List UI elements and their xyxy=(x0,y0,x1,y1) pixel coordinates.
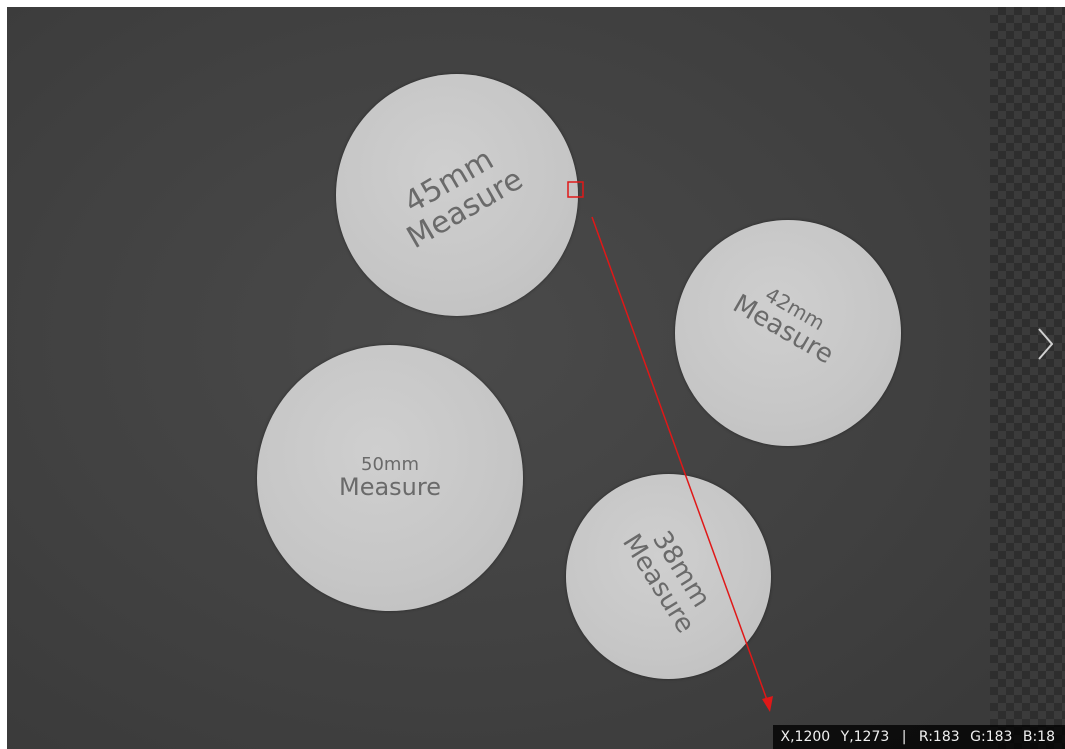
status-separator: | xyxy=(901,729,907,745)
cursor-x-readout: X,1200 xyxy=(780,729,831,745)
chevron-right-icon[interactable] xyxy=(1034,326,1056,362)
disc-38mm: 38mm Measure xyxy=(566,474,771,679)
disc-label: 45mm Measure xyxy=(386,136,528,256)
disc-label: 50mm Measure xyxy=(339,455,441,501)
disc-45mm: 45mm Measure xyxy=(336,74,578,316)
pixel-r-readout: R:183 xyxy=(918,729,960,745)
pixel-g-readout: G:183 xyxy=(970,729,1013,745)
image-viewer[interactable]: 45mm Measure 42mm Measure 50mm Measure 3… xyxy=(0,0,1065,749)
disc-42mm: 42mm Measure xyxy=(675,220,901,446)
disc-50mm: 50mm Measure xyxy=(257,345,523,611)
pixel-info-status-bar: X,1200 Y,1273 | R:183 G:183 B:18 xyxy=(772,725,1065,749)
disc-label: 42mm Measure xyxy=(728,272,848,370)
pixel-b-readout: B:18 xyxy=(1022,729,1055,745)
cursor-y-readout: Y,1273 xyxy=(840,729,890,745)
disc-label: 38mm Measure xyxy=(615,515,721,638)
disc-measure-text: Measure xyxy=(339,472,441,501)
transparent-background-strip xyxy=(990,7,1065,749)
